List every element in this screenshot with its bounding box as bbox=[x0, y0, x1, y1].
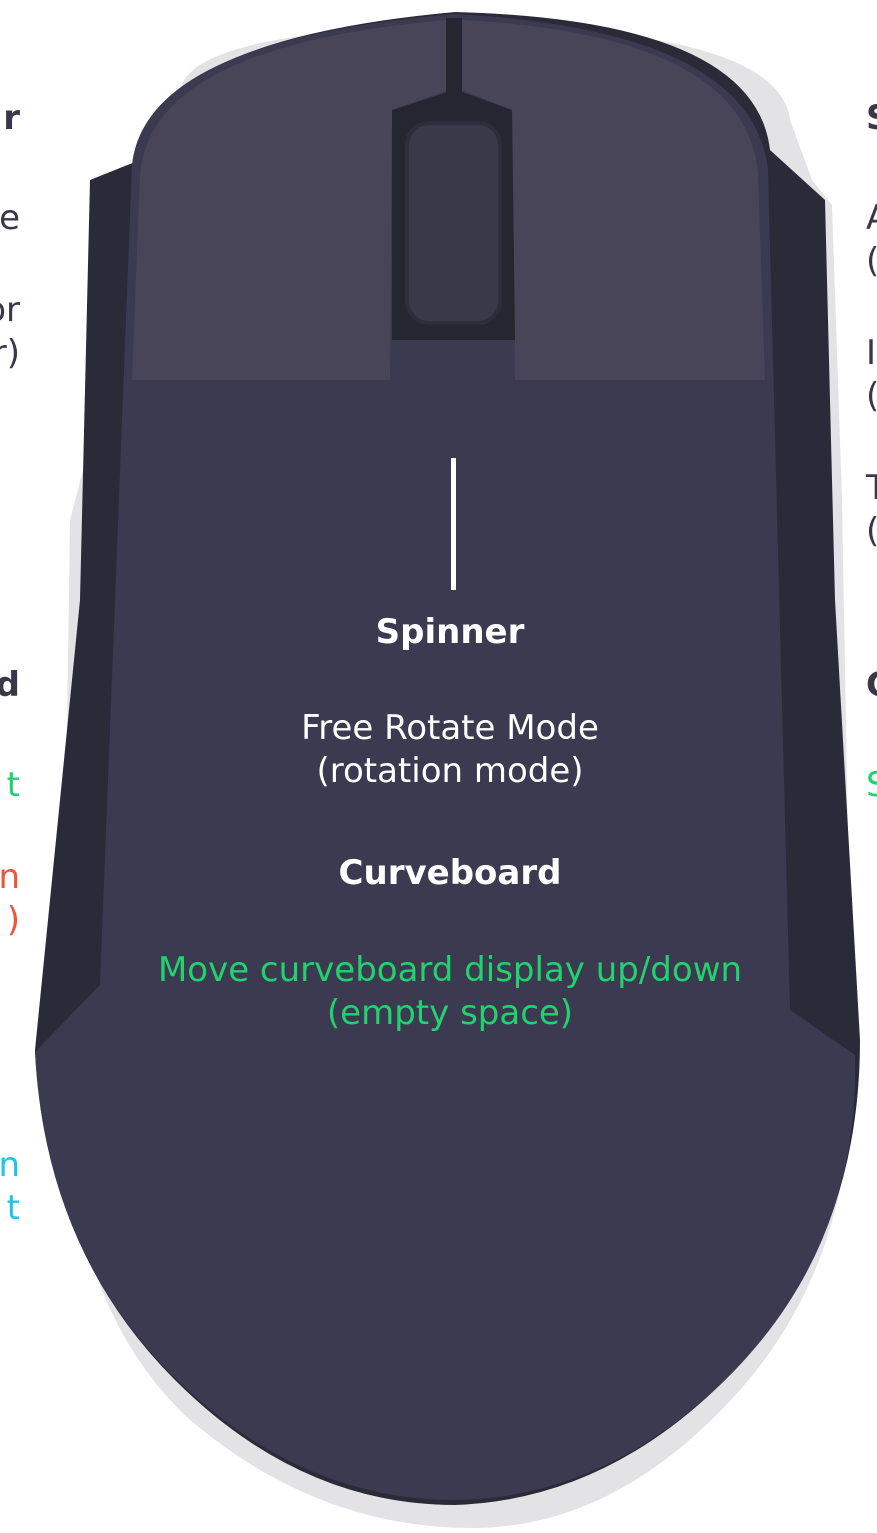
left-cyan-line-a: n bbox=[0, 1145, 20, 1185]
right-line-2a: I bbox=[866, 333, 877, 373]
scroll-wheel[interactable] bbox=[405, 121, 502, 325]
left-line-2b: r) bbox=[0, 333, 20, 373]
curveboard-heading: Curveboard bbox=[338, 853, 562, 893]
right-green-line: S bbox=[866, 765, 877, 805]
right-line-3b: ( bbox=[866, 511, 877, 551]
button-divider bbox=[446, 18, 462, 98]
curveboard-line-2: (empty space) bbox=[326, 993, 574, 1033]
right-line-1a: A bbox=[866, 198, 877, 238]
left-heading-top: r bbox=[3, 98, 20, 138]
left-green-line: t bbox=[6, 765, 20, 805]
spinner-line-1: Free Rotate Mode bbox=[301, 708, 599, 748]
right-heading-top: S bbox=[866, 98, 877, 138]
spinner-line-2: (rotation mode) bbox=[316, 751, 584, 791]
right-line-3a: T bbox=[866, 468, 877, 508]
mouse-diagram: r e or r) d t n ) n t S A ( I ( T ( C S … bbox=[0, 0, 877, 1533]
left-line-1: e bbox=[0, 198, 20, 238]
right-heading-mid: C bbox=[866, 665, 877, 705]
right-line-2b: ( bbox=[866, 376, 877, 416]
left-line-2a: or bbox=[0, 290, 20, 330]
spinner-heading: Spinner bbox=[375, 612, 525, 652]
right-line-1b: ( bbox=[866, 241, 877, 281]
left-red-line-a: n bbox=[0, 857, 20, 897]
left-heading-mid: d bbox=[0, 665, 20, 705]
left-cyan-line-b: t bbox=[6, 1188, 20, 1228]
curveboard-line-1: Move curveboard display up/down bbox=[157, 950, 743, 990]
spinner-pointer-line bbox=[451, 458, 456, 590]
left-red-line-b: ) bbox=[6, 900, 20, 940]
